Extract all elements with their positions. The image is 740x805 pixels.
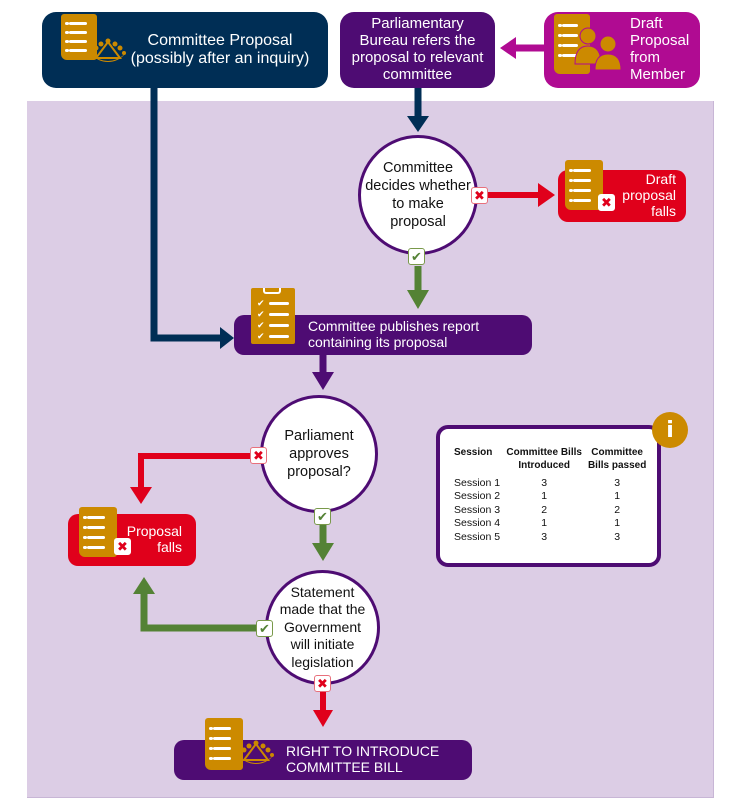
- arrowhead-decision-to-report: [407, 290, 429, 309]
- yes-badge-icon: ✔: [256, 620, 273, 637]
- arrowhead-report-to-approves: [312, 372, 334, 390]
- committee-bills-info-card: Session Committee Bills Introduced Commit…: [436, 425, 661, 567]
- arrowhead-committee-to-report: [220, 327, 234, 349]
- arrowhead-decision-to-draft-falls: [538, 183, 555, 207]
- table-row: Session 411: [454, 517, 621, 530]
- arrowhead-approves-to-statement: [312, 543, 334, 561]
- decision-government-statement: Statement made that the Government will …: [265, 570, 380, 685]
- arrowhead-bureau-to-decision: [407, 116, 429, 132]
- arrowhead-statement-to-right: [313, 710, 333, 727]
- document-rejected-icon: [79, 507, 117, 557]
- header-bills-passed: Committee Bills passed: [587, 447, 647, 471]
- no-badge-icon: ✖: [314, 675, 331, 692]
- info-icon: i: [652, 412, 688, 448]
- members-icon: [574, 27, 622, 71]
- crowd-icon: [238, 740, 274, 764]
- connector-committee-to-report: [150, 88, 222, 342]
- table-header-row: Session Committee Bills Introduced Commit…: [454, 447, 652, 477]
- table-row: Session 322: [454, 503, 621, 516]
- table-row: Session 533: [454, 530, 621, 543]
- yes-badge-icon: ✔: [408, 248, 425, 265]
- arrowhead-member-to-bureau: [500, 37, 516, 59]
- arrowhead-statement-to-proposal-falls: [133, 577, 155, 594]
- decision-committee-decides: Committee decides whether to make propos…: [358, 135, 478, 255]
- committee-bills-table: Session Committee Bills Introduced Commit…: [454, 447, 652, 544]
- rejected-x-icon: ✖: [114, 538, 131, 555]
- connector-statement-to-proposal-falls: [140, 592, 256, 632]
- arrowhead-approves-to-proposal-falls: [130, 487, 152, 504]
- decision-parliament-approves: Parliament approves proposal?: [260, 395, 378, 513]
- node-bureau-refers: Parliamentary Bureau refers the proposal…: [340, 12, 495, 88]
- connector-approves-to-proposal-falls: [138, 453, 250, 490]
- header-bills-introduced: Committee Bills Introduced: [506, 447, 582, 471]
- table-row: Session 211: [454, 490, 621, 503]
- rejected-x-icon: ✖: [598, 194, 615, 211]
- yes-badge-icon: ✔: [314, 508, 331, 525]
- node-committee-proposal-label: Committee Proposal (possibly after an in…: [130, 32, 310, 67]
- no-badge-icon: ✖: [471, 187, 488, 204]
- clipboard-checklist-icon: ✔ ✔ ✔ ✔: [251, 288, 295, 344]
- no-badge-icon: ✖: [250, 447, 267, 464]
- flow-connectors: [130, 37, 555, 727]
- table-row: Session 133: [454, 477, 621, 489]
- header-session: Session: [454, 447, 493, 458]
- crowd-icon: [90, 38, 126, 62]
